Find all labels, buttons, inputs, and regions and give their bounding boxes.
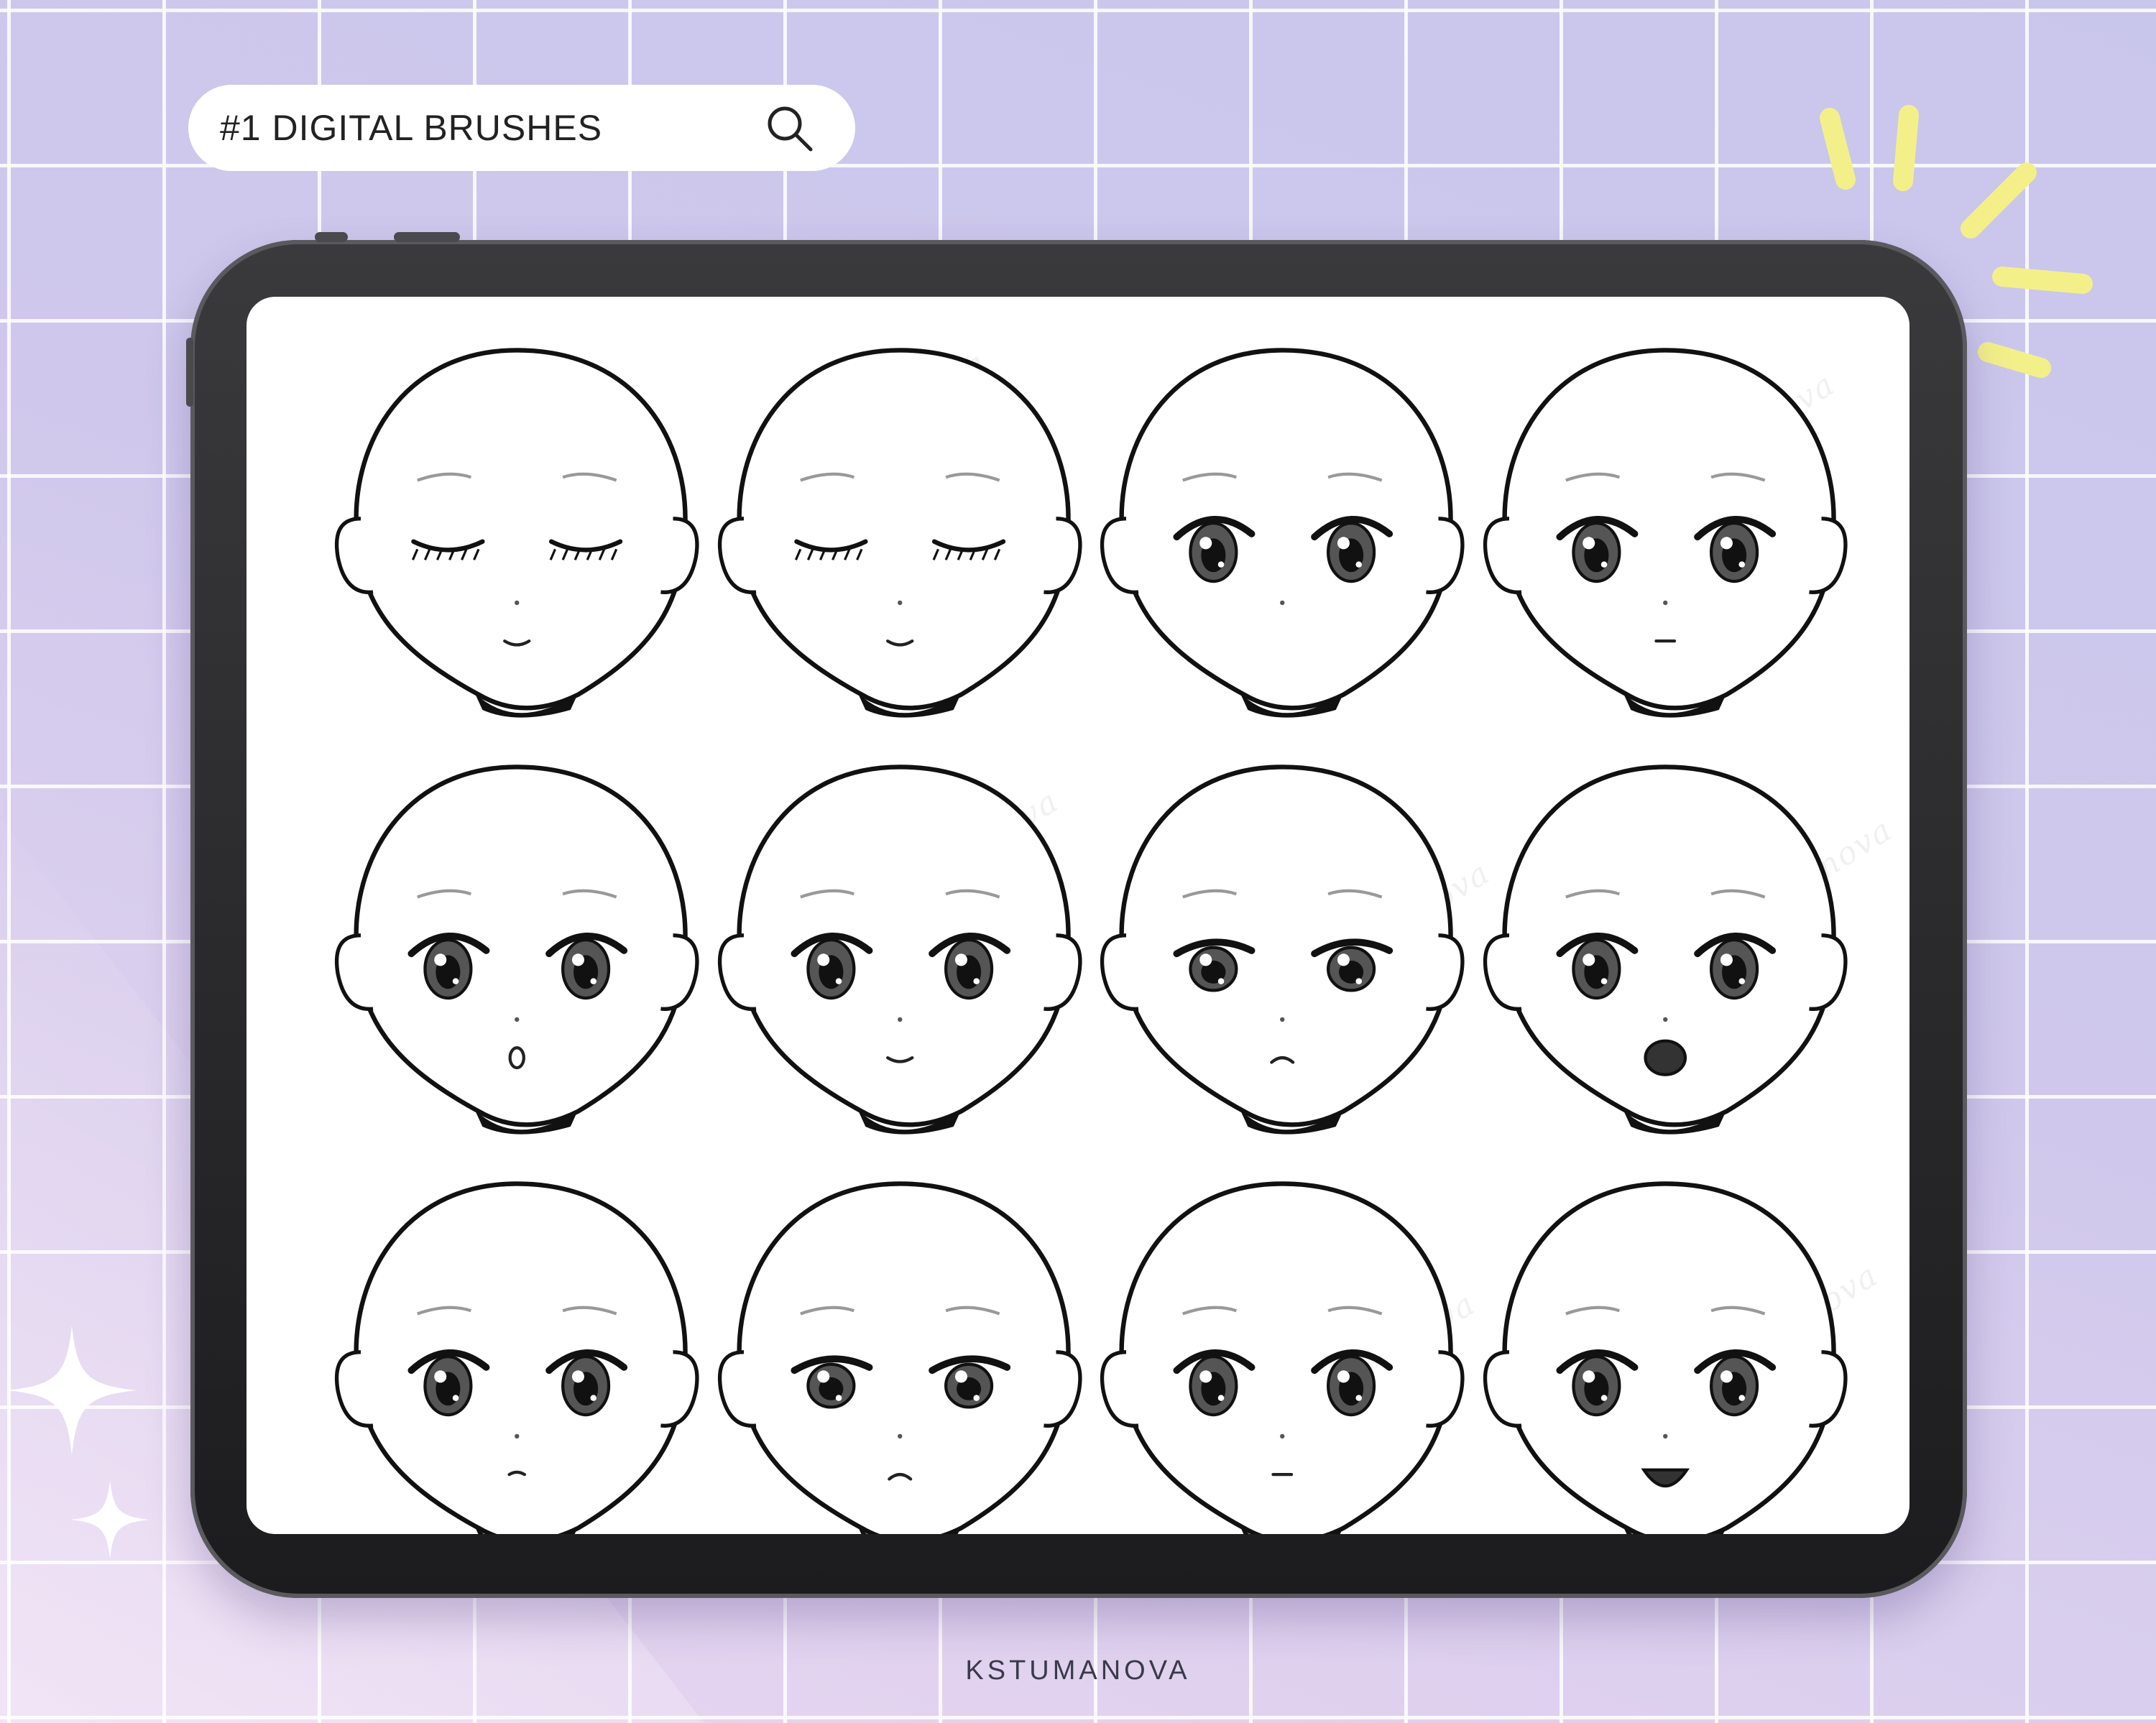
anime-heads-grid (326, 325, 1857, 1534)
anime-head-sketch (326, 742, 709, 1159)
search-bar[interactable]: #1 DIGITAL BRUSHES (188, 85, 855, 171)
anime-head-sketch (709, 325, 1092, 742)
anime-head-sketch (709, 742, 1092, 1159)
search-icon[interactable] (763, 102, 815, 154)
anime-head-sketch (1474, 742, 1857, 1159)
anime-head-sketch (1091, 1159, 1474, 1534)
tablet-top-button (315, 232, 348, 242)
tablet-side-button (186, 338, 193, 407)
search-text: #1 DIGITAL BRUSHES (220, 108, 603, 148)
tablet-volume-button (394, 232, 460, 242)
anime-head-sketch (326, 325, 709, 742)
anime-head-sketch (1474, 325, 1857, 742)
anime-head-sketch (1091, 325, 1474, 742)
anime-head-sketch (1474, 1159, 1857, 1534)
sparkle-small-icon (70, 1480, 149, 1559)
anime-head-sketch (1091, 742, 1474, 1159)
anime-head-sketch (709, 1159, 1092, 1534)
sparkle-large-icon (7, 1326, 137, 1455)
anime-head-sketch (326, 1159, 709, 1534)
tablet-screen: Ks_Tumanova Ks_Tumanova Ks_Tumanova Ks_T… (247, 297, 1909, 1534)
footer-brand: KSTUMANOVA (965, 1655, 1191, 1686)
